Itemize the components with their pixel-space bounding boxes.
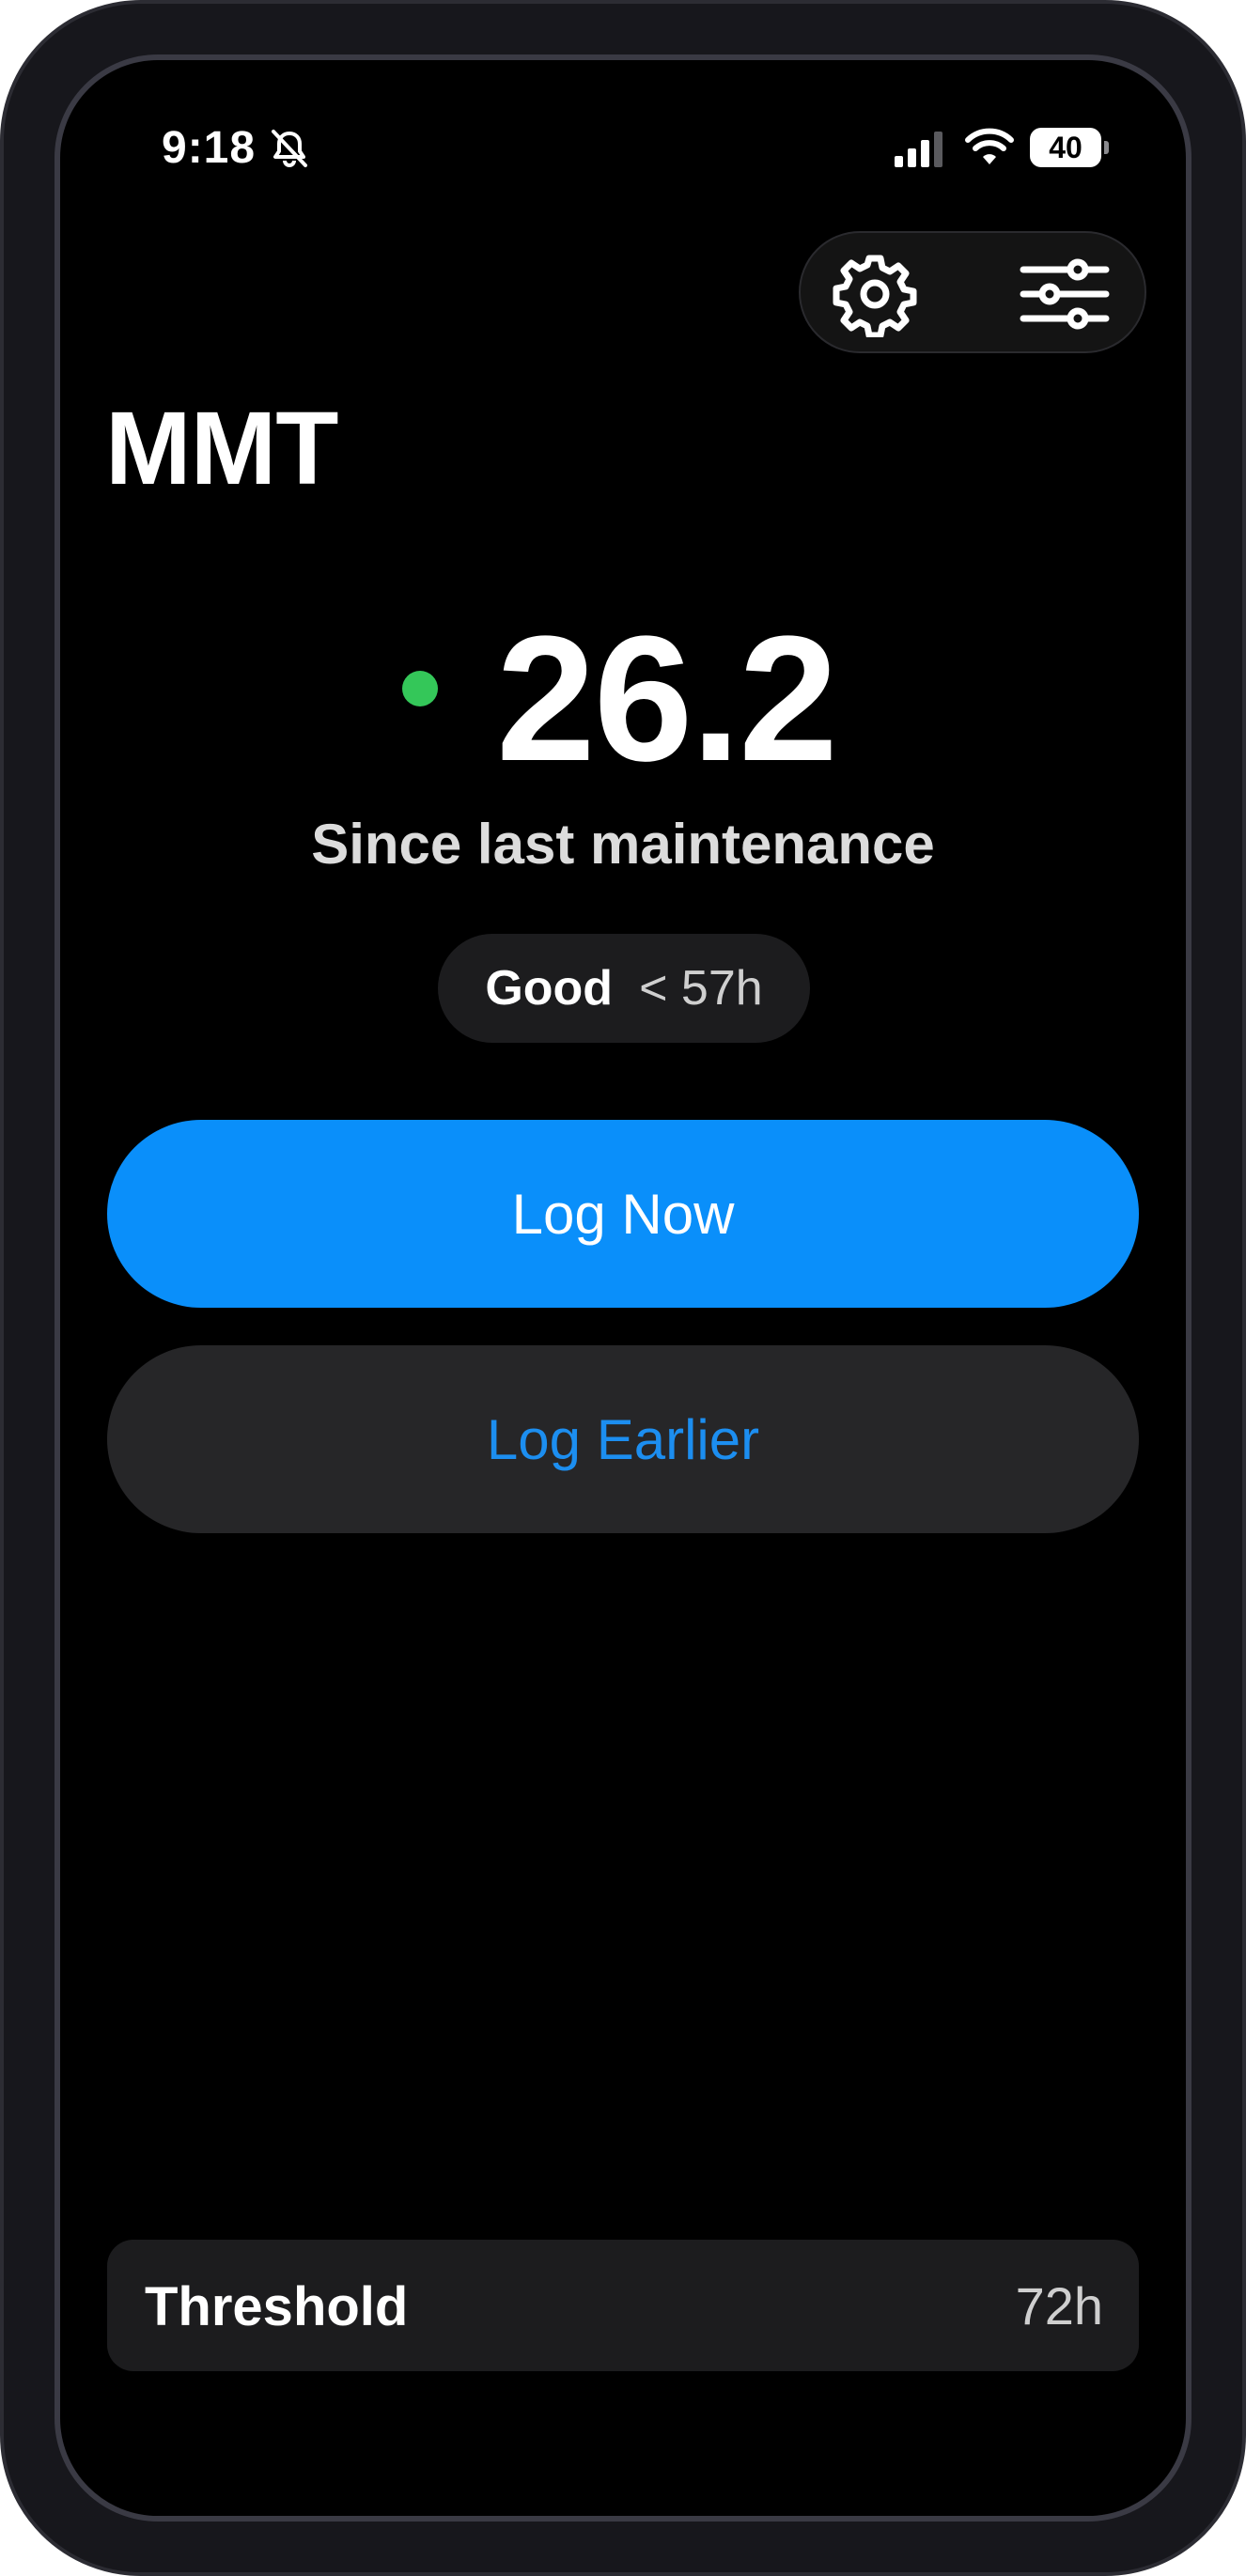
threshold-value: 72h [1015,2276,1103,2335]
toolbar-pill [799,231,1146,353]
status-time: 9:18 [162,123,257,173]
cellular-signal-icon [895,132,942,167]
settings-button[interactable] [831,250,919,338]
threshold-label: Threshold [145,2276,409,2337]
battery-level: 40 [1030,128,1101,167]
battery-icon: 40 [1030,128,1109,167]
status-range: < 57h [639,961,763,1016]
bell-slash-icon [272,130,307,167]
gear-icon [833,255,917,337]
hours-caption: Since last maintenance [311,813,935,876]
hours-since-maintenance: 26.2 [496,599,838,799]
threshold-row[interactable]: Threshold 72h [107,2240,1139,2371]
status-label: Good [485,961,614,1016]
filter-button[interactable] [1013,250,1116,338]
wifi-icon [965,128,1014,164]
log-now-button[interactable]: Log Now [107,1120,1139,1308]
status-badge: Good < 57h [438,934,810,1043]
sliders-icon [1020,258,1110,330]
app-screen: 9:18 40 MMT 26.2 Since last maintenance … [70,70,1176,2506]
page-title: MMT [105,391,338,506]
battery-nub [1104,141,1109,154]
log-earlier-button[interactable]: Log Earlier [107,1345,1139,1533]
